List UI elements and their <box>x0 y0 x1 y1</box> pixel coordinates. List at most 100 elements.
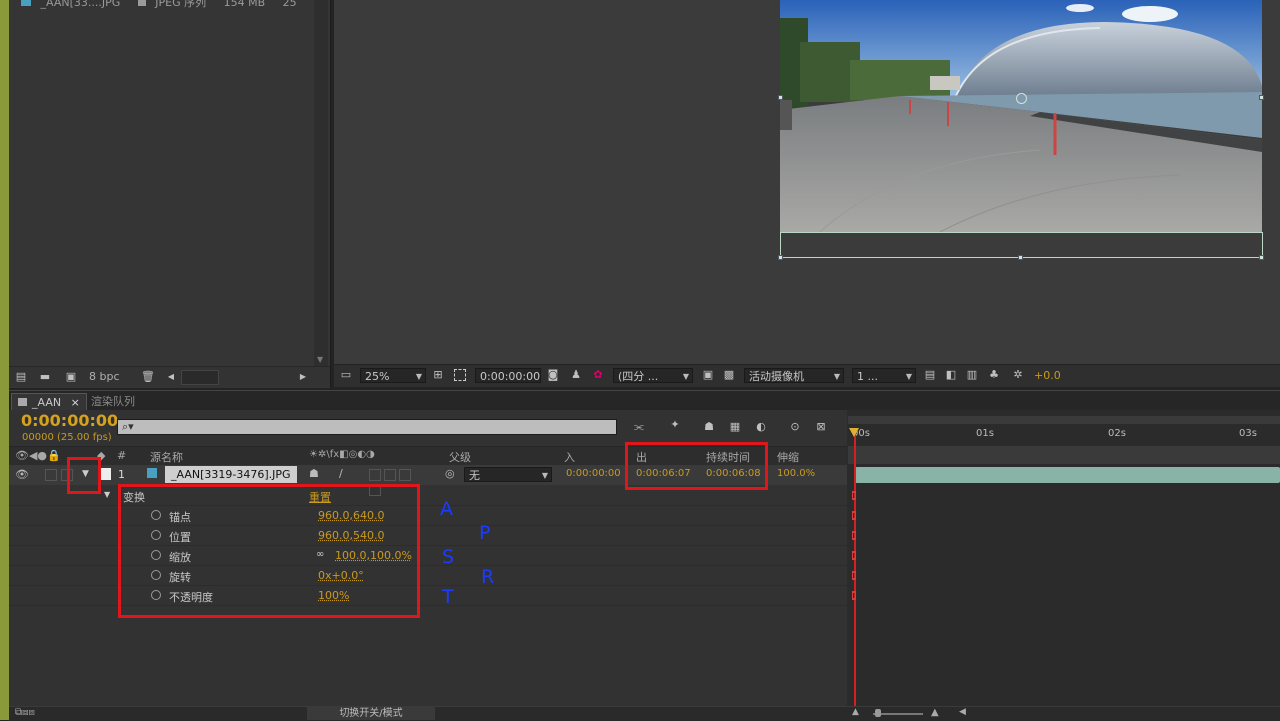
annotation-box-twirl <box>67 457 101 494</box>
scroll-down-icon[interactable]: ▼ <box>317 355 323 364</box>
annotation-letter-a: A <box>440 498 453 520</box>
layer-name[interactable]: _AAN[3319-3476].JPG <box>165 466 297 483</box>
fast-render-icon[interactable]: ◧ <box>945 369 957 381</box>
layer-in-time[interactable]: 0:00:00:00 <box>566 468 621 479</box>
zoom-slider-thumb[interactable] <box>875 709 881 717</box>
views-dropdown[interactable]: 1 ... ▼ <box>852 368 916 383</box>
graph-editor-icon[interactable]: ⊙ <box>786 421 804 433</box>
exposure-reset-icon[interactable]: ✲ <box>1012 369 1024 381</box>
layer-duration-bar[interactable] <box>855 467 1280 483</box>
audio-toggle[interactable] <box>45 469 57 481</box>
region-of-interest-icon[interactable] <box>454 369 466 381</box>
selection-handle-bottom-right[interactable] <box>1259 255 1264 260</box>
zoom-in-icon[interactable]: ▲ <box>931 707 939 718</box>
camera-dropdown[interactable]: 活动摄像机 ▼ <box>744 368 844 383</box>
layer-stretch[interactable]: 100.0% <box>777 468 815 479</box>
parent-dropdown[interactable]: 无 ▼ <box>464 467 552 482</box>
time-ruler[interactable]: 00s 01s 02s 03s <box>848 416 1280 446</box>
selection-handle-bottom-center[interactable] <box>1018 255 1023 260</box>
keyframe-marker[interactable] <box>852 591 856 600</box>
eye-icon[interactable]: 👁 <box>15 468 29 481</box>
flowchart-icon[interactable]: ♣ <box>988 369 1000 381</box>
motion-blur-icon[interactable]: ◐ <box>752 421 770 433</box>
keyframe-marker[interactable] <box>852 551 856 560</box>
chevron-down-icon: ▼ <box>415 372 422 381</box>
project-item-name: _AAN[33....JPG <box>40 0 121 9</box>
color-channel-icon[interactable]: ✿ <box>592 369 604 381</box>
timeline-icon[interactable]: ▥ <box>966 369 978 381</box>
selection-handle-right[interactable] <box>1259 95 1264 100</box>
timecode-display[interactable]: 0:00:00:00 <box>475 368 541 383</box>
draft-3d-icon[interactable]: ✦ <box>666 419 684 431</box>
timeline-header-band <box>848 446 1280 464</box>
bpc-button[interactable]: 8 bpc <box>89 370 120 383</box>
safe-margins-icon[interactable]: ⊞ <box>432 369 444 381</box>
snapshot-camera-icon[interactable]: ◙ <box>547 369 559 381</box>
footage-icon <box>147 468 157 478</box>
new-comp-icon[interactable]: ▣ <box>65 371 77 383</box>
zoom-dropdown[interactable]: 25% ▼ <box>360 368 426 383</box>
selection-edge-middle <box>780 232 1263 233</box>
comp-mini-flowchart-icon[interactable]: ⫘ <box>630 421 648 433</box>
show-snapshot-icon[interactable]: ♟ <box>570 369 582 381</box>
col-number: # <box>117 449 127 462</box>
project-item-fps: 25 <box>282 0 297 9</box>
keyframe-marker[interactable] <box>852 571 856 580</box>
exposure-value[interactable]: +0.0 <box>1034 369 1061 382</box>
layer-search-input[interactable]: ⌕▾ <box>117 419 617 435</box>
shy-switch-icon[interactable]: ☗ <box>309 467 319 480</box>
keyframe-marker[interactable] <box>852 491 856 500</box>
keyframe-marker[interactable] <box>852 511 856 520</box>
work-area-bar[interactable] <box>848 416 1280 424</box>
new-folder-icon[interactable]: ▬ <box>39 371 51 383</box>
label-color-swatch[interactable] <box>101 468 111 480</box>
project-scrollbar[interactable]: ▼ <box>314 0 328 366</box>
fast-preview-icon[interactable]: ▣ <box>702 369 714 381</box>
scroll-left-icon[interactable]: ◀ <box>165 371 177 383</box>
toggle-switches-modes-button[interactable]: 切换开关/模式 <box>307 707 435 720</box>
selection-handle-bottom-left[interactable] <box>778 255 783 260</box>
switch-boxes[interactable] <box>369 469 425 496</box>
av-switches-icon: 👁◀●🔒 <box>15 449 61 462</box>
playhead-handle-icon[interactable] <box>849 428 859 437</box>
anchor-point-icon[interactable] <box>1016 93 1027 104</box>
tab-render-queue[interactable]: 渲染队列 <box>85 393 141 410</box>
chevron-down-icon: ▼ <box>833 372 840 381</box>
close-icon[interactable]: × <box>71 396 80 409</box>
annotation-letter-p: P <box>479 522 491 544</box>
switches-header-icons: ☀✲\fx◧◎◐◑ <box>309 449 375 460</box>
col-source-name[interactable]: 源名称 <box>150 449 183 465</box>
keyframe-marker[interactable] <box>852 531 856 540</box>
pixel-aspect-icon[interactable]: ▤ <box>924 369 936 381</box>
project-item-size: 154 MB <box>223 0 266 9</box>
transform-twirl-icon[interactable]: ▼ <box>104 490 110 499</box>
scroll-right-icon[interactable]: ▶ <box>297 371 309 383</box>
footage-picture <box>780 0 1262 232</box>
views-value: 1 ... <box>857 370 878 383</box>
zoom-out-icon[interactable]: ▲ <box>852 707 859 717</box>
project-item[interactable]: _AAN[33....JPG JPEG 序列 154 MB 25 <box>21 0 311 10</box>
selection-handle-left[interactable] <box>778 95 783 100</box>
camera-value: 活动摄像机 <box>749 370 804 383</box>
col-parent: 父级 <box>449 451 471 464</box>
expand-panes-icons[interactable]: ⧉⧈⧇ <box>15 707 35 718</box>
quality-switch-icon[interactable]: ∕ <box>339 467 343 480</box>
scroll-left-icon[interactable]: ◀ <box>959 707 966 717</box>
horizontal-scroll-thumb[interactable] <box>181 370 219 385</box>
pick-whip-icon[interactable]: ◎ <box>445 467 455 480</box>
chevron-down-icon: ▼ <box>905 372 912 381</box>
current-time-display[interactable]: 0:00:00:00 <box>21 411 118 430</box>
trash-icon[interactable]: 🗑 <box>141 371 155 383</box>
interpret-footage-icon[interactable]: ▤ <box>15 371 27 383</box>
always-preview-icon[interactable]: ▭ <box>340 369 352 381</box>
resolution-dropdown[interactable]: (四分 ... ▼ <box>613 368 693 383</box>
tab-comp[interactable]: _AAN × <box>11 393 87 411</box>
frame-blending-icon[interactable]: ▦ <box>726 421 744 433</box>
composition-footage-image <box>780 0 1262 232</box>
transparency-grid-icon[interactable]: ▩ <box>723 369 735 381</box>
project-panel: _AAN[33....JPG JPEG 序列 154 MB 25 <box>9 0 331 388</box>
ruler-label-3: 03s <box>1239 428 1257 439</box>
comp-viewer-toolbar: ▭ 25% ▼ ⊞ 0:00:00:00 ◙ ♟ ✿ (四分 ... ▼ ▣ ▩ 活… <box>334 364 1280 387</box>
shy-layers-icon[interactable]: ☗ <box>700 421 718 433</box>
brainstorm-icon[interactable]: ⊠ <box>812 421 830 433</box>
